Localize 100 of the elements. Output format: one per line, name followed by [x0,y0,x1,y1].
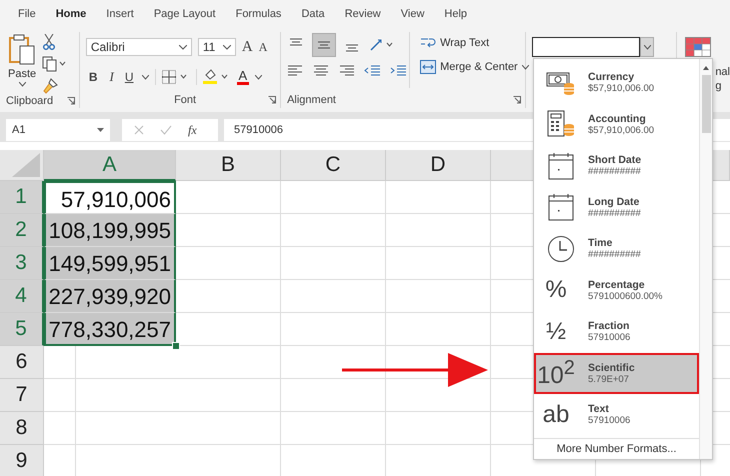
format-symbol: % [544,276,568,304]
merge-center-button[interactable]: Merge & Center [420,60,529,74]
ribbon-tab[interactable]: Insert [96,0,144,28]
triangle-icon [12,153,40,177]
copy-icon[interactable] [42,56,66,72]
ribbon-label[interactable]: nal [715,65,730,79]
ribbon-tab[interactable]: Formulas [226,0,292,28]
group-label: Alignment [287,94,336,106]
row-header[interactable]: 6 [0,346,44,379]
name-box[interactable]: A1 [6,119,110,141]
row-header[interactable]: 2 [0,214,44,247]
underline-button[interactable]: U [122,70,136,84]
merge-cells-icon [420,60,436,74]
column-header[interactable]: C [281,150,386,181]
launcher-icon[interactable] [513,96,522,104]
align-middle-icon[interactable] [313,34,336,56]
menu-item[interactable]: 10$^{2}$ Scientific 5.79E+07 [534,352,699,394]
number-format-field[interactable] [532,37,654,57]
caret-icon[interactable] [222,44,231,50]
column-header[interactable]: D [386,150,491,181]
format-symbol: ab [542,400,570,429]
scissors-icon[interactable] [42,34,56,50]
paste-button[interactable]: Paste [0,32,42,94]
format-sample: ########## [588,166,642,178]
menu-item[interactable]: ab Text 57910006 [534,394,699,436]
menu-item[interactable]: Short Date ########## [534,145,699,186]
fill-handle[interactable] [172,342,180,350]
format-name: Fraction [588,320,630,332]
conditional-formatting-icon[interactable] [685,37,712,57]
caret-icon[interactable] [97,128,104,132]
ribbon-tab[interactable]: Page Layout [144,0,226,28]
caret-icon[interactable] [644,44,651,50]
paintbrush-icon[interactable] [42,78,58,94]
insert-function-button[interactable]: fx [188,122,197,138]
menu-item[interactable]: Currency $57,910,006.00 [534,62,699,104]
menu-item[interactable]: ½ Fraction 57910006 [534,311,699,352]
format-symbol: 10$^{2}$ [536,356,576,390]
group-label: Font [174,94,196,106]
column-header[interactable]: B [176,150,281,181]
ribbon-tab[interactable]: Home [46,0,96,28]
calendar-icon [546,193,576,222]
caret-icon [18,82,26,87]
calendar-icon [546,152,576,180]
format-sample: $57,910,006.00 [588,124,654,136]
format-sample: 57910006 [588,332,630,344]
ribbon-tab[interactable]: Help [434,0,478,28]
grow-font-button[interactable]: A [242,38,253,56]
format-sample: 57910006 [588,415,630,426]
table-cell: 149,599,951 [44,247,176,280]
launcher-icon[interactable] [268,96,276,104]
clipboard-icon [8,34,36,66]
row-header[interactable]: 9 [0,445,44,476]
launcher-icon[interactable] [66,97,75,105]
ribbon-tab[interactable]: Review [334,0,391,28]
row-header[interactable]: 4 [0,280,44,313]
italic-button[interactable]: I [106,69,117,85]
row-header[interactable]: 7 [0,379,44,412]
format-sample: ########## [588,208,641,219]
caret-icon[interactable] [178,44,187,50]
format-name: Scientific [588,362,635,374]
format-symbol: ½ [544,318,567,346]
wrap-text-button[interactable]: Wrap Text [420,36,529,50]
scrollbar[interactable] [699,59,712,459]
row-header[interactable]: 3 [0,247,44,280]
format-name: Long Date [588,196,640,208]
menu-item[interactable]: % Percentage 5791000600.00% [534,270,699,311]
row-header[interactable]: 5 [0,313,44,346]
format-sample: $57,910,006.00 [588,83,654,94]
shrink-font-button[interactable]: A [258,40,268,54]
menu-item[interactable]: Long Date ########## [534,186,699,228]
format-sample: ########## [588,249,641,260]
format-name: Time [588,237,614,250]
wrap-text-icon [420,36,436,50]
column-header[interactable]: A [44,150,176,181]
menu-item[interactable]: Time ########## [534,228,699,270]
check-icon[interactable] [160,125,172,135]
calculator-coins-icon [546,110,576,138]
caret-icon[interactable] [255,74,262,80]
table-cell: 778,330,257 [44,313,176,346]
caret-icon[interactable] [142,74,149,80]
table-cell: 57,910,006 [44,181,176,214]
row-header[interactable]: 8 [0,412,44,445]
ribbon-label[interactable]: g [715,79,730,93]
caret-icon[interactable] [522,64,529,70]
ribbon-tab[interactable]: File [8,0,46,28]
bold-button[interactable]: B [86,70,101,84]
scroll-thumb[interactable] [702,75,710,133]
format-name: Text [588,403,610,416]
ribbon-tab[interactable]: View [390,0,434,28]
orientation-icon[interactable] [369,38,396,52]
row-header[interactable]: 1 [0,181,44,214]
font-name-field[interactable]: Calibri [86,38,192,56]
table-cell: 108,199,995 [44,214,176,247]
ribbon-tab[interactable]: Data [291,0,335,28]
font-color-button[interactable]: A [236,70,250,84]
format-sample: 5.79E+07 [588,374,630,385]
font-size-field[interactable]: 11 [198,38,236,56]
table-cell: 227,939,920 [44,280,176,313]
clock-icon [546,234,576,263]
group-label: Clipboard [6,95,54,107]
